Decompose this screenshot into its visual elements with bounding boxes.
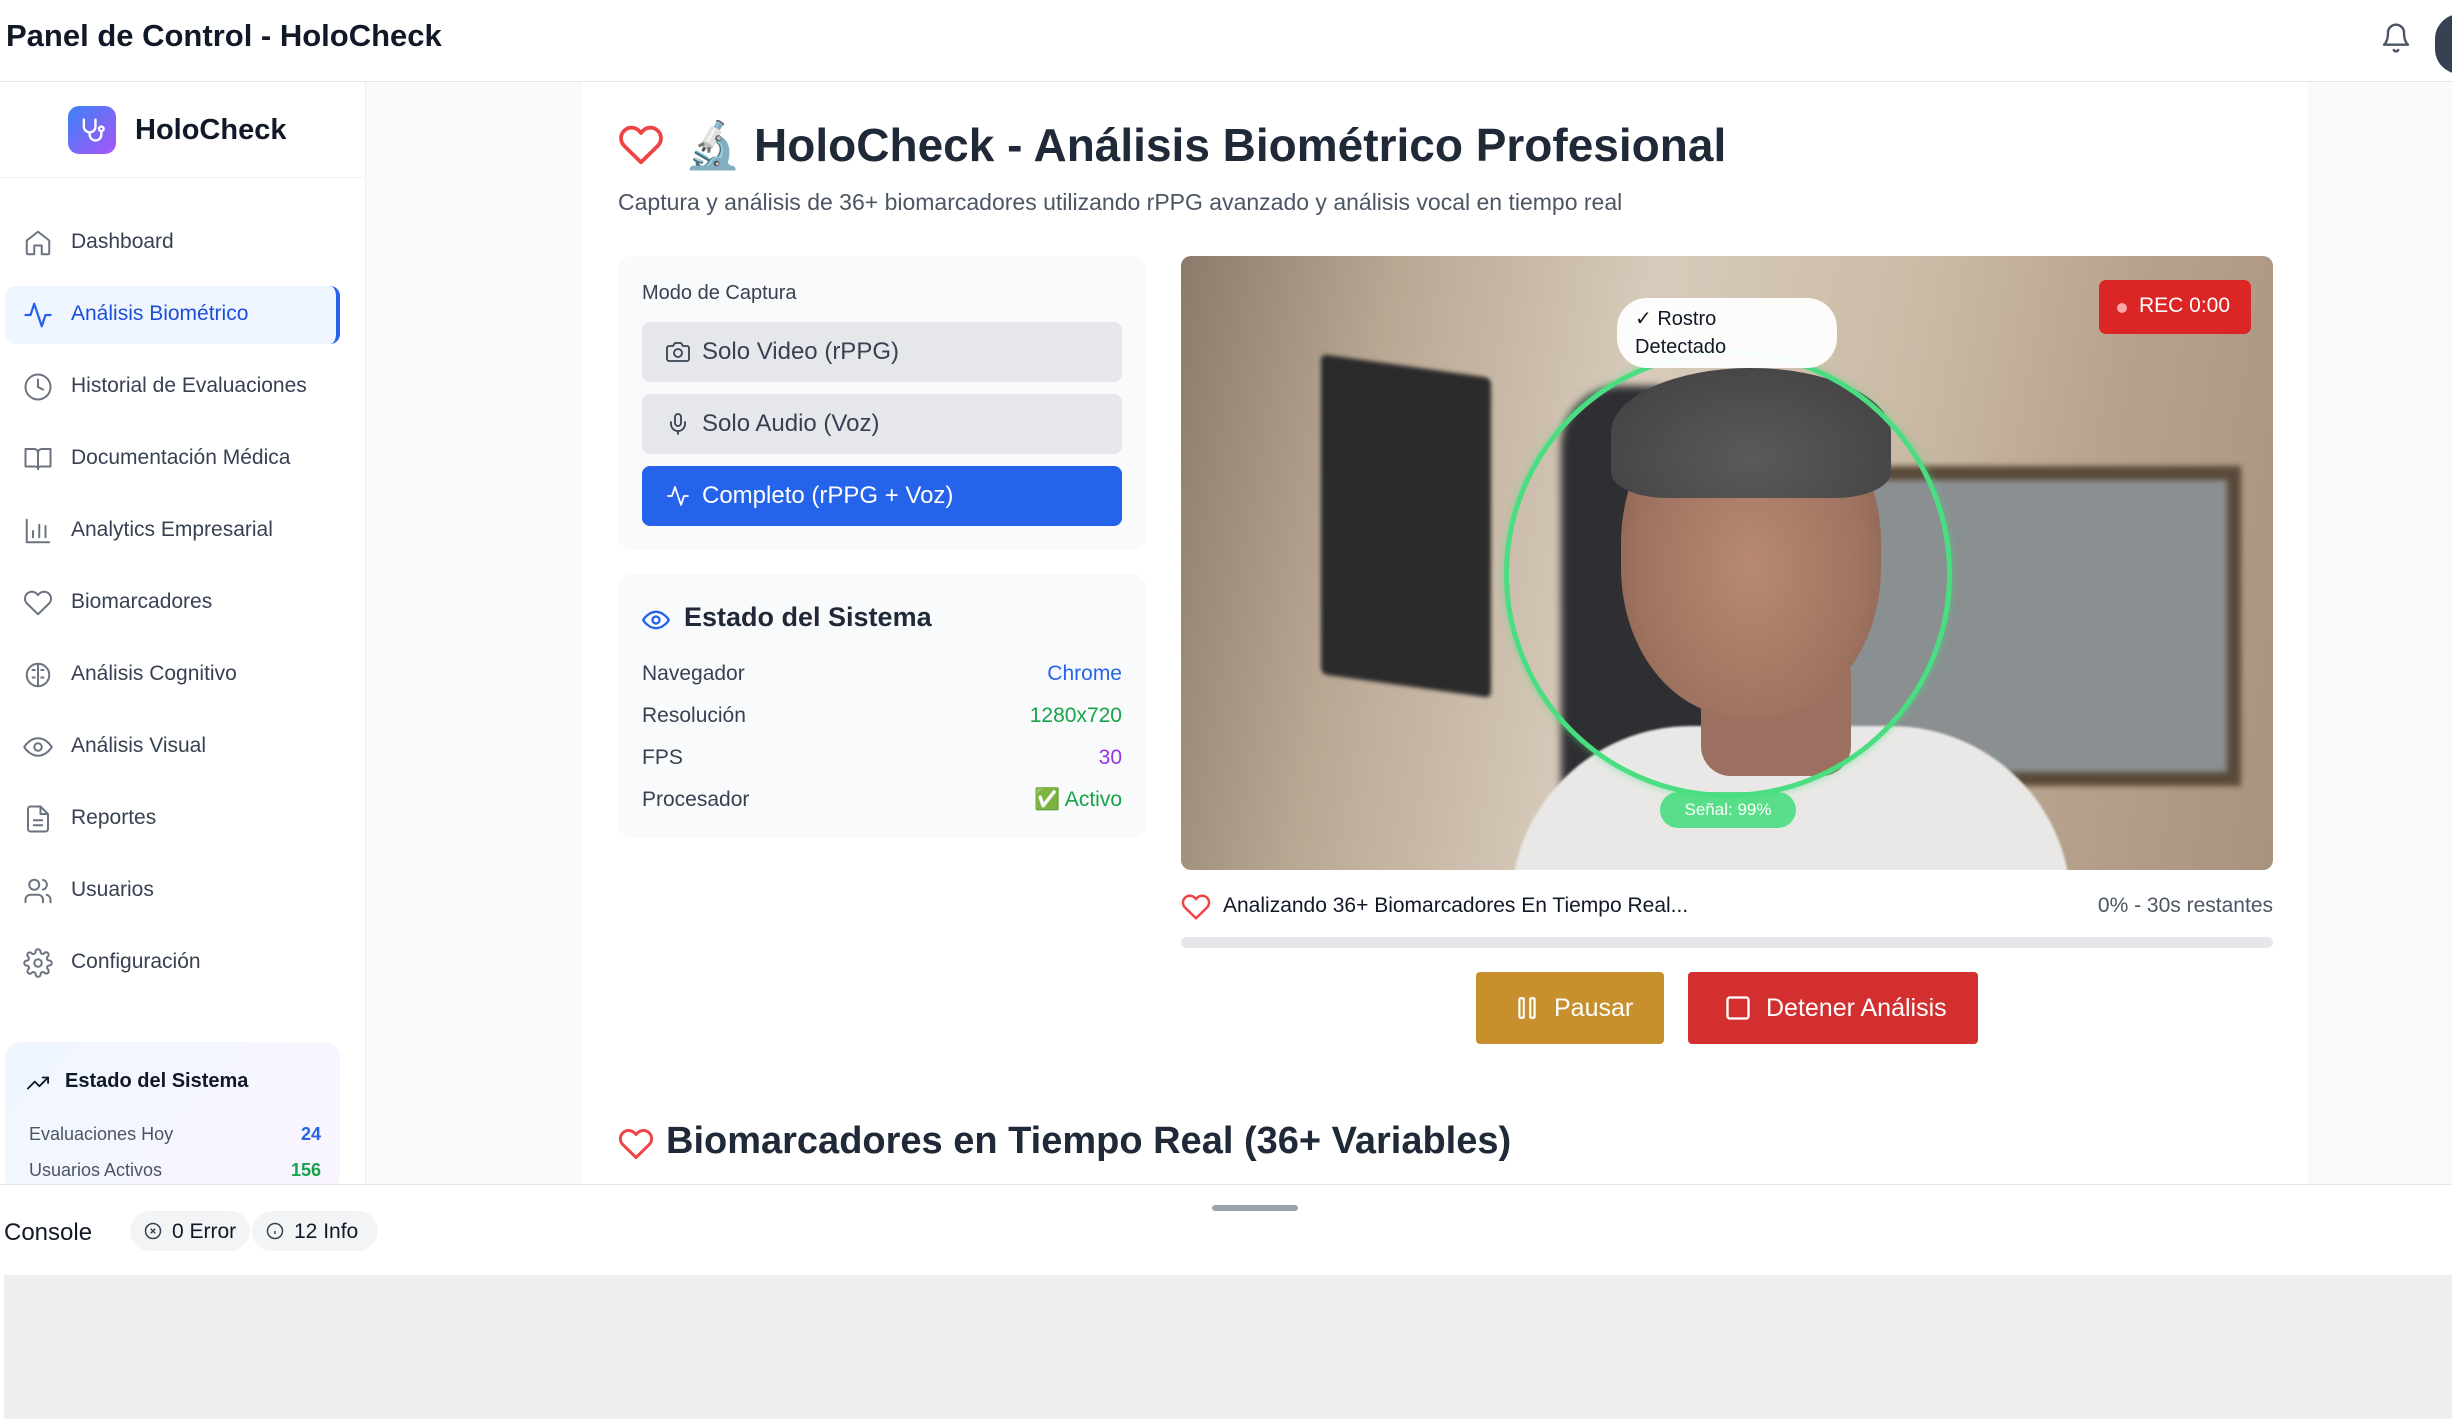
- capture-mode-label: Modo de Captura: [642, 282, 797, 304]
- sidebar-system-title: Estado del Sistema: [65, 1070, 249, 1092]
- biomarkers-section-header: Biomarcadores en Tiempo Real (36+ Variab…: [618, 1120, 1511, 1167]
- sidebar-item-dashboard[interactable]: Dashboard: [5, 214, 340, 272]
- sidebar-item-label: Historial de Evaluaciones: [71, 374, 307, 397]
- bell-icon[interactable]: [2380, 20, 2412, 56]
- page-title: Panel de Control - HoloCheck: [6, 18, 442, 53]
- brand-name: HoloCheck: [135, 114, 287, 146]
- heart-icon: [1181, 894, 1211, 920]
- sidebar-item-label: Análisis Visual: [71, 734, 207, 757]
- sidebar-item-configuracion[interactable]: Configuración: [5, 934, 340, 992]
- eye-icon: [642, 610, 670, 630]
- brand[interactable]: HoloCheck: [0, 82, 365, 178]
- sidebar-item-label: Reportes: [71, 806, 157, 829]
- sidebar-item-biomarcadores[interactable]: Biomarcadores: [5, 574, 340, 632]
- console-label: Console: [4, 1219, 93, 1246]
- bar-chart-icon: [25, 518, 51, 544]
- status-row-procesador: Procesador ✅ Activo: [642, 788, 1122, 811]
- sidebar-item-label: Analytics Empresarial: [71, 518, 273, 541]
- activity-icon: [24, 302, 52, 328]
- main-panel: 🔬 HoloCheck - Análisis Biométrico Profes…: [582, 82, 2308, 1184]
- status-row-resolucion: Resolución 1280x720: [642, 704, 1122, 727]
- sidebar-item-label: Dashboard: [71, 230, 174, 253]
- brain-icon: [25, 662, 51, 688]
- stop-icon: [1726, 996, 1750, 1020]
- progress-bar: [1181, 937, 2273, 948]
- book-icon: [24, 448, 52, 470]
- system-status-title: Estado del Sistema: [684, 602, 932, 632]
- stop-analysis-button[interactable]: Detener Análisis: [1688, 972, 1978, 1044]
- sidebar-item-usuarios[interactable]: Usuarios: [5, 862, 340, 920]
- mode-video-button[interactable]: Solo Video (rPPG): [642, 322, 1122, 382]
- camera-icon: [666, 342, 690, 362]
- status-row-fps: FPS 30: [642, 746, 1122, 769]
- users-icon: [24, 878, 52, 904]
- main-title: 🔬 HoloCheck - Análisis Biométrico Profes…: [684, 119, 1727, 171]
- face-detection-ring: [1504, 350, 1952, 798]
- system-status-card: Estado del Sistema Navegador Chrome Reso…: [618, 574, 1146, 838]
- sidebar-item-label: Análisis Biométrico: [71, 302, 249, 325]
- heart-icon: [24, 590, 52, 616]
- sidebar-item-analytics[interactable]: Analytics Empresarial: [5, 502, 340, 560]
- heart-icon: [618, 1128, 654, 1159]
- biomarkers-section-title: Biomarcadores en Tiempo Real (36+ Variab…: [666, 1120, 1512, 1162]
- record-dot-icon: [2117, 303, 2127, 313]
- pause-icon: [1518, 997, 1536, 1019]
- avatar[interactable]: [2435, 14, 2452, 74]
- gear-icon: [23, 948, 53, 978]
- home-icon: [25, 230, 51, 256]
- sidebar-item-label: Biomarcadores: [71, 590, 213, 613]
- capture-mode-card: Modo de Captura Solo Video (rPPG) Solo A…: [618, 256, 1146, 550]
- sidebar-item-label: Análisis Cognitivo: [71, 662, 237, 685]
- main-subtitle: Captura y análisis de 36+ biomarcadores …: [618, 189, 1623, 215]
- eye-icon: [23, 737, 53, 757]
- mode-complete-button[interactable]: Completo (rPPG + Voz): [642, 466, 1122, 526]
- analysis-progress-label: Analizando 36+ Biomarcadores En Tiempo R…: [1181, 892, 2273, 922]
- sidebar-item-visual[interactable]: Análisis Visual: [5, 718, 340, 776]
- face-detected-badge: ✓ Rostro Detectado: [1617, 298, 1837, 368]
- file-icon: [27, 805, 49, 833]
- sidebar-item-cognitivo[interactable]: Análisis Cognitivo: [5, 646, 340, 704]
- status-row-navegador: Navegador Chrome: [642, 662, 1122, 685]
- mic-icon: [670, 413, 686, 435]
- sidebar-item-analisis-biometrico[interactable]: Análisis Biométrico: [5, 286, 340, 344]
- resize-handle[interactable]: [1212, 1205, 1298, 1211]
- progress-remaining: 0% - 30s restantes: [2097, 894, 2273, 917]
- top-bar: Panel de Control - HoloCheck: [0, 0, 2452, 82]
- sidebar-item-historial[interactable]: Historial de Evaluaciones: [5, 358, 340, 416]
- mode-audio-button[interactable]: Solo Audio (Voz): [642, 394, 1122, 454]
- console-error-filter[interactable]: 0 Error: [130, 1211, 250, 1251]
- stat-usuarios: Usuarios Activos 156: [29, 1160, 321, 1180]
- heart-icon: [619, 125, 663, 165]
- signal-badge: Señal: 99%: [1660, 792, 1796, 828]
- stat-evaluaciones: Evaluaciones Hoy 24: [29, 1124, 321, 1144]
- sidebar-item-reportes[interactable]: Reportes: [5, 790, 340, 848]
- x-circle-icon: [144, 1222, 162, 1240]
- console-panel: Console 0 Error 12 Info: [0, 1184, 2452, 1419]
- rec-indicator: REC 0:00: [2099, 280, 2251, 334]
- camera-preview[interactable]: ✓ Rostro Detectado REC 0:00 Señal: 99%: [1181, 256, 2273, 870]
- stethoscope-icon: [68, 106, 116, 154]
- activity-icon: [667, 486, 689, 506]
- trending-up-icon: [27, 1076, 49, 1090]
- sidebar-item-label: Configuración: [71, 950, 201, 973]
- video-background-tv: [1321, 354, 1491, 698]
- sidebar-item-documentacion[interactable]: Documentación Médica: [5, 430, 340, 488]
- clock-icon: [24, 373, 52, 401]
- pause-button[interactable]: Pausar: [1476, 972, 1664, 1044]
- sidebar: HoloCheck Dashboard Análisis Biométrico …: [0, 82, 366, 1184]
- sidebar-item-label: Documentación Médica: [71, 446, 291, 469]
- info-icon: [266, 1222, 284, 1240]
- sidebar-system-status: Estado del Sistema Evaluaciones Hoy 24 U…: [5, 1042, 340, 1184]
- console-output[interactable]: [4, 1275, 2452, 1419]
- sidebar-item-label: Usuarios: [71, 878, 154, 901]
- console-info-filter[interactable]: 12 Info: [252, 1211, 378, 1251]
